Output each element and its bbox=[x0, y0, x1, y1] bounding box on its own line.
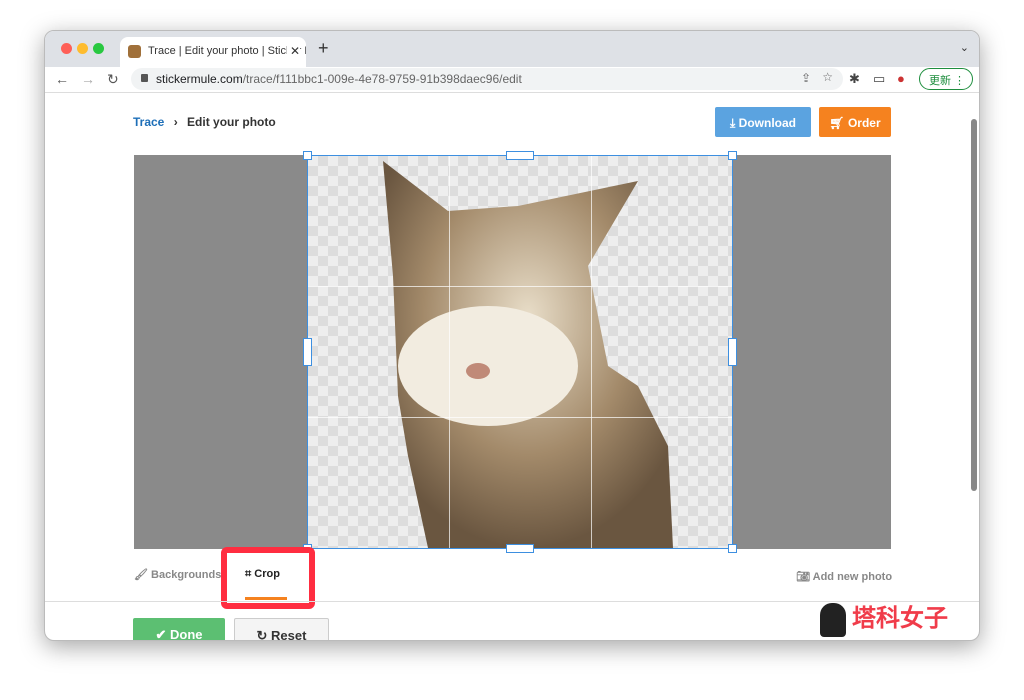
reset-button[interactable]: ↻ Reset bbox=[234, 618, 329, 641]
browser-tab[interactable]: Trace | Edit your photo | Sticker Mule ✕ bbox=[120, 37, 306, 67]
brush-icon: 🖌︎ bbox=[134, 569, 152, 581]
tab-title: Trace | Edit your photo | Sticker Mule bbox=[148, 45, 306, 57]
chevron-right-icon: › bbox=[173, 115, 178, 129]
maximize-window-button[interactable] bbox=[93, 43, 104, 54]
done-label: Done bbox=[170, 627, 203, 641]
star-icon[interactable]: ☆ bbox=[822, 70, 833, 84]
url-path: /trace/f111bbc1-009e-4e78-9759-91b398dae… bbox=[242, 72, 522, 86]
breadcrumb-trace-link[interactable]: Trace bbox=[133, 115, 164, 129]
crop-handle-top-left[interactable] bbox=[303, 151, 312, 160]
tab-search-chevron-icon[interactable]: ⌄ bbox=[960, 41, 969, 54]
breadcrumb: Trace › Edit your photo bbox=[133, 115, 276, 129]
cat-photo bbox=[383, 161, 673, 548]
crop-handle-bottom-right[interactable] bbox=[728, 544, 737, 553]
download-button[interactable]: ⤓ Download bbox=[715, 107, 811, 137]
photo-canvas bbox=[134, 151, 891, 553]
order-button[interactable]: 🛒︎ Order bbox=[819, 107, 891, 137]
minimize-window-button[interactable] bbox=[77, 43, 88, 54]
watermark-text: 塔科女子 bbox=[852, 605, 948, 632]
add-new-photo-link[interactable]: 📷︎ Add new photo bbox=[796, 570, 892, 583]
profile-avatar[interactable]: ● bbox=[897, 71, 905, 86]
tab-bar: Trace | Edit your photo | Sticker Mule ✕… bbox=[45, 31, 979, 67]
forward-icon[interactable]: → bbox=[81, 71, 95, 87]
close-tab-icon[interactable]: ✕ bbox=[286, 44, 300, 58]
share-icon[interactable]: ⇪ bbox=[801, 71, 811, 85]
camera-icon: 📷︎ bbox=[796, 571, 813, 583]
download-icon: ⤓ bbox=[730, 116, 739, 130]
address-bar[interactable]: stickermule.com/trace/f111bbc1-009e-4e78… bbox=[131, 68, 843, 90]
backgrounds-label: Backgrounds bbox=[151, 569, 222, 581]
done-button[interactable]: ✔ Done bbox=[133, 618, 225, 641]
crop-handle-top[interactable] bbox=[506, 151, 534, 160]
scrollbar[interactable] bbox=[971, 119, 977, 491]
download-label: Download bbox=[738, 116, 796, 130]
watermark-mascot-icon bbox=[820, 602, 846, 637]
lock-icon bbox=[141, 74, 148, 82]
extensions-icon[interactable]: ✱ bbox=[849, 71, 860, 87]
cart-icon: 🛒︎ bbox=[829, 116, 848, 130]
back-icon[interactable]: ← bbox=[55, 71, 69, 87]
watermark: 塔科女子 bbox=[820, 598, 948, 637]
breadcrumb-current: Edit your photo bbox=[187, 115, 276, 129]
crop-handle-bottom[interactable] bbox=[506, 544, 534, 553]
add-photo-label: Add new photo bbox=[812, 571, 893, 583]
browser-toolbar: ← → ↻ stickermule.com/trace/f111bbc1-009… bbox=[45, 67, 979, 93]
favicon-icon bbox=[128, 45, 141, 58]
crop-handle-top-right[interactable] bbox=[728, 151, 737, 160]
order-label: Order bbox=[847, 116, 881, 130]
update-button[interactable]: 更新 ⋮ bbox=[919, 68, 973, 90]
reset-label: Reset bbox=[271, 628, 307, 641]
cast-icon[interactable]: ▭ bbox=[873, 71, 885, 87]
close-window-button[interactable] bbox=[61, 43, 72, 54]
reload-icon[interactable]: ↻ bbox=[107, 71, 119, 88]
highlight-box bbox=[221, 547, 315, 609]
page-content: Trace › Edit your photo ⤓ Download 🛒︎ Or… bbox=[45, 93, 979, 641]
crop-handle-left[interactable] bbox=[303, 338, 312, 366]
url-domain: stickermule.com bbox=[156, 72, 243, 86]
new-tab-button[interactable]: + bbox=[318, 38, 329, 59]
crop-box[interactable] bbox=[303, 151, 737, 553]
backgrounds-tab[interactable]: 🖌︎ Backgrounds bbox=[134, 568, 221, 581]
update-label: 更新 bbox=[929, 75, 951, 87]
crop-handle-right[interactable] bbox=[728, 338, 737, 366]
browser-window: Trace | Edit your photo | Sticker Mule ✕… bbox=[44, 30, 980, 641]
